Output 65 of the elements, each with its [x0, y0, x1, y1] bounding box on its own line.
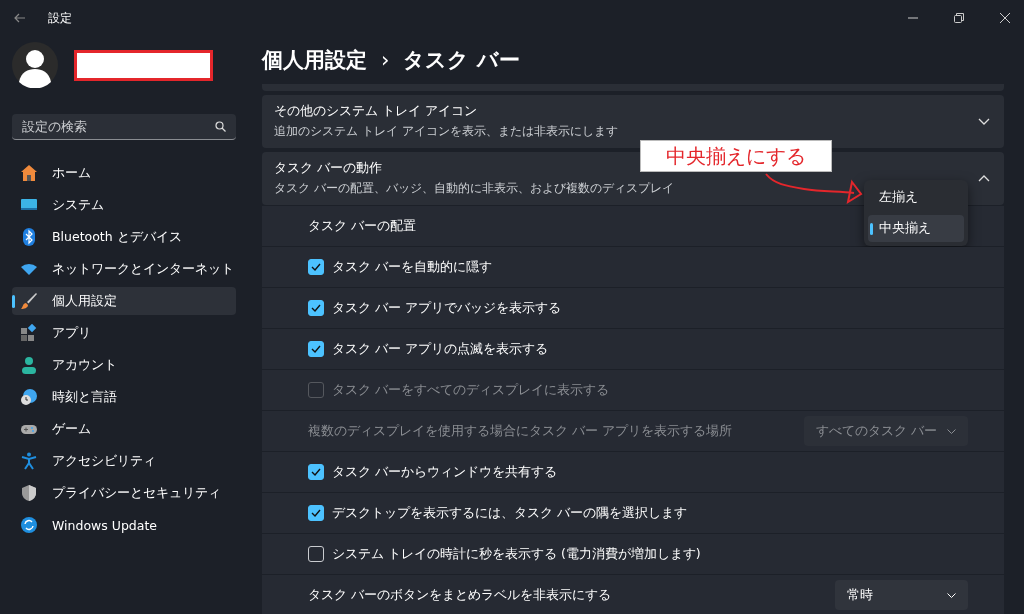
setting-label: タスク バーをすべてのディスプレイに表示する: [332, 381, 609, 399]
sync-icon: [20, 516, 38, 534]
annotation-callout: 中央揃えにする: [640, 140, 832, 172]
shield-icon: [20, 484, 38, 502]
nav-item[interactable]: アプリ: [12, 319, 236, 347]
setting-label: タスク バーのボタンをまとめラベルを非表示にする: [308, 586, 612, 604]
dropdown: すべてのタスク バー: [804, 416, 968, 446]
search-icon: [215, 121, 226, 132]
close-icon[interactable]: [1000, 13, 1010, 23]
nav-item[interactable]: Windows Update: [12, 511, 236, 539]
search-input[interactable]: 設定の検索: [22, 119, 215, 134]
breadcrumb-parent[interactable]: 個人用設定: [262, 46, 367, 74]
checkbox[interactable]: [308, 505, 324, 521]
setting-label: デスクトップを表示するには、タスク バーの隅を選択します: [332, 504, 687, 522]
person-icon: [20, 356, 38, 374]
checkmark-icon: [311, 263, 321, 271]
setting-label: タスク バーからウィンドウを共有する: [332, 463, 557, 481]
card-subtitle: 追加のシステム トレイ アイコンを表示、または非表示にします: [274, 123, 618, 140]
restore-icon[interactable]: [954, 13, 964, 23]
card-subtitle: タスク バーの配置、バッジ、自動的に非表示、および複数のディスプレイ: [274, 180, 674, 197]
nav-item[interactable]: システム: [12, 191, 236, 219]
breadcrumb-separator: ›: [381, 48, 390, 72]
nav-item[interactable]: Bluetooth とデバイス: [12, 223, 236, 251]
search-field[interactable]: 設定の検索: [12, 114, 236, 140]
back-arrow-icon[interactable]: [14, 13, 26, 23]
checkbox[interactable]: [308, 546, 324, 562]
checkbox[interactable]: [308, 464, 324, 480]
setting-label: システム トレイの時計に秒を表示する (電力消費が増加します): [332, 545, 701, 563]
setting-label: タスク バー アプリの点滅を表示する: [332, 340, 548, 358]
setting-label: タスク バーの配置: [308, 217, 416, 235]
checkmark-icon: [311, 468, 321, 476]
chevron-down-icon: [978, 118, 990, 125]
nav-item[interactable]: アクセシビリティ: [12, 447, 236, 475]
chevron-down-icon: [947, 592, 956, 598]
dropdown[interactable]: 常時: [835, 580, 968, 610]
card-title: その他のシステム トレイ アイコン: [274, 103, 477, 120]
nav-item[interactable]: アカウント: [12, 351, 236, 379]
nav-item[interactable]: 個人用設定: [12, 287, 236, 315]
checkbox[interactable]: [308, 300, 324, 316]
paintbrush-icon: [20, 292, 38, 310]
checkbox[interactable]: [308, 341, 324, 357]
bluetooth-icon: [20, 228, 38, 246]
nav-item[interactable]: ゲーム: [12, 415, 236, 443]
menu-option[interactable]: 中央揃え: [868, 215, 964, 242]
chevron-down-icon: [947, 428, 956, 434]
nav-item[interactable]: 時刻と言語: [12, 383, 236, 411]
globe-clock-icon: [20, 388, 38, 406]
page-title: タスク バー: [403, 47, 520, 74]
card-title: タスク バーの動作: [274, 160, 382, 177]
chevron-up-icon: [978, 175, 990, 182]
checkmark-icon: [311, 345, 321, 353]
avatar-silhouette: [12, 42, 58, 88]
nav-item[interactable]: ホーム: [12, 159, 236, 187]
house-icon: [20, 164, 38, 182]
nav-item[interactable]: プライバシーとセキュリティ: [12, 479, 236, 507]
checkmark-icon: [311, 509, 321, 517]
nav-item[interactable]: ネットワークとインターネット: [12, 255, 236, 283]
accessibility-icon: [20, 452, 38, 470]
setting-label: タスク バー アプリでバッジを表示する: [332, 299, 561, 317]
window-title: 設定: [48, 9, 72, 27]
setting-label: 複数のディスプレイを使用する場合にタスク バー アプリを表示する場所: [308, 422, 733, 440]
checkbox[interactable]: [308, 259, 324, 275]
checkmark-icon: [311, 304, 321, 312]
apps-icon: [20, 324, 38, 342]
setting-label: タスク バーを自動的に隠す: [332, 258, 492, 276]
